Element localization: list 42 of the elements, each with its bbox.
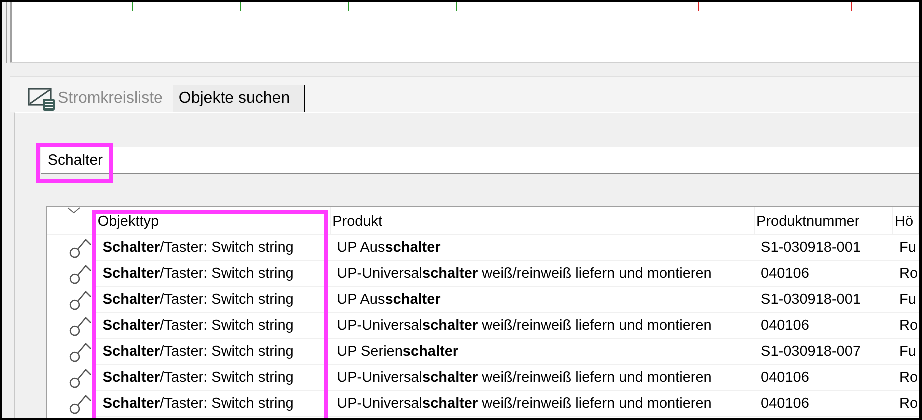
column-header[interactable]: Hö [895,214,914,230]
table-cell: 040106 [754,364,892,390]
table-cell: 040106 [754,260,892,286]
table-cell: S1-030918-007 [754,338,892,364]
switch-icon [69,262,93,284]
column-header[interactable]: Objekttyp [98,214,160,230]
table-cell: Schalter/Taster: Switch string [96,286,330,312]
table-cell: S1-030918-001 [754,234,892,260]
table-cell: Fu [892,286,918,312]
table-cell: UP Ausschalter [330,286,754,312]
switch-icon [69,314,93,336]
table-cell: Ro [892,364,918,390]
chevron-down-icon[interactable] [67,207,81,215]
switch-icon [69,236,93,259]
column-header[interactable]: Produkt [332,214,383,230]
switch-icon [69,288,93,310]
table-cell: UP Serienschalter [330,338,754,364]
table-cell: Ro [892,390,918,416]
table-cell: Ro [892,312,918,338]
table-cell: S1-030918-001 [754,286,892,312]
table-cell: UP-Universalschalter weiß/reinweiß liefern und montieren [330,390,754,416]
table-cell: UP-Universalschalter weiß/reinweiß liefern und montieren [330,260,754,286]
table-cell: UP Ausschalter [330,234,754,260]
table-cell: Ro [892,260,918,286]
tab[interactable]: Objekte suchen [172,85,306,113]
column-header[interactable]: Produktnummer [756,214,860,230]
switch-icon [69,340,93,362]
table-cell: Fu [892,338,918,364]
table-cell: Schalter/Taster: Switch string [96,364,330,390]
table-cell: Schalter/Taster: Switch string [96,390,330,416]
table-cell: 040106 [754,390,892,416]
table-cell: Fu [892,234,918,260]
table-cell: Schalter/Taster: Switch string [96,260,330,286]
table-cell: Schalter/Taster: Switch string [96,338,330,364]
table-cell: UP-Universalschalter weiß/reinweiß liefern und montieren [330,312,754,338]
switch-icon [69,392,93,414]
table-cell: UP-Universalschalter weiß/reinweiß liefern und montieren [330,364,754,390]
switch-icon [69,366,93,388]
table-cell: Schalter/Taster: Switch string [96,234,330,260]
search-value: Schalter [48,152,104,168]
table-cell: 040106 [754,312,892,338]
table-cell: Schalter/Taster: Switch string [96,312,330,338]
